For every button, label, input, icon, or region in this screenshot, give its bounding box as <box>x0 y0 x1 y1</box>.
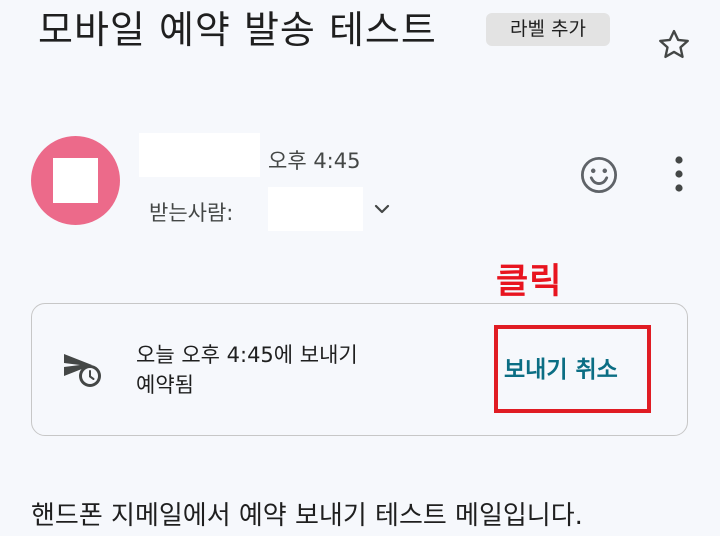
sender-name-redacted <box>139 133 260 177</box>
scheduled-line2: 예약됨 <box>136 373 194 397</box>
click-annotation: 클릭 <box>496 262 563 302</box>
sender-avatar[interactable] <box>31 136 120 225</box>
email-subject: 모바일 예약 발송 테스트 <box>38 8 437 52</box>
scheduled-send-card: 오늘 오후 4:45에 보내기 예약됨 보내기 취소 <box>31 303 688 436</box>
scheduled-line1: 오늘 오후 4:45에 보내기 <box>136 343 358 367</box>
scheduled-send-icon <box>62 350 106 390</box>
avatar-mask <box>53 158 98 203</box>
add-label-button[interactable]: 라벨 추가 <box>486 13 610 46</box>
cancel-send-button[interactable]: 보내기 취소 <box>504 350 618 384</box>
star-icon[interactable] <box>655 26 693 64</box>
email-body: 핸드폰 지메일에서 예약 보내기 테스트 메일입니다. <box>31 501 583 531</box>
chevron-down-icon[interactable] <box>370 197 394 221</box>
recipient-name-redacted <box>268 187 363 231</box>
recipient-label: 받는사람: <box>149 201 234 225</box>
send-time: 오후 4:45 <box>268 149 361 173</box>
scheduled-send-message: 오늘 오후 4:45에 보내기 예약됨 <box>136 340 358 400</box>
add-emoji-icon[interactable] <box>578 154 620 196</box>
more-vert-icon[interactable] <box>664 152 694 196</box>
